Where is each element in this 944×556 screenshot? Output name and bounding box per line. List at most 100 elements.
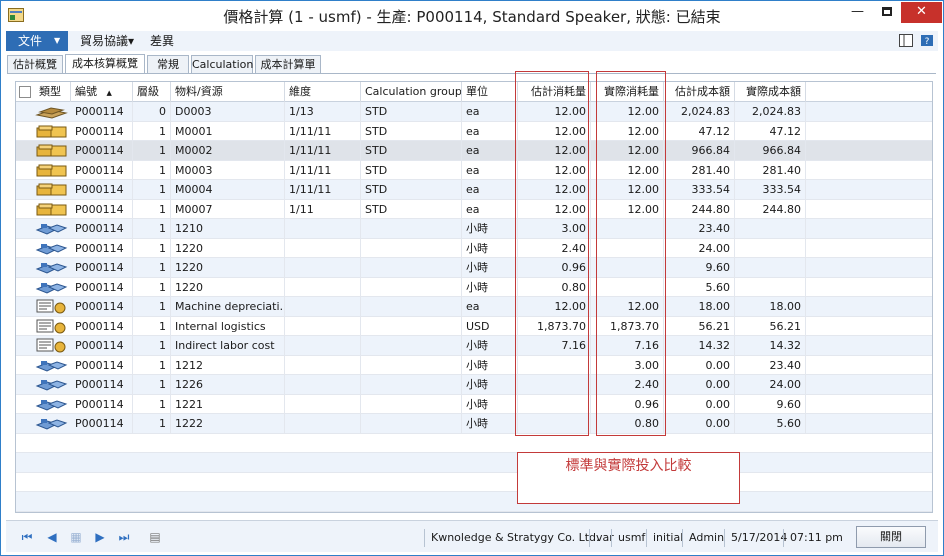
- table-row[interactable]: P000114 1 1212 小時 3.00 0.00 23.40: [16, 355, 932, 375]
- table-row[interactable]: P000114 1 1226 小時 2.40 0.00 24.00: [16, 375, 932, 395]
- cell-level[interactable]: 1: [133, 199, 171, 219]
- cell-unit[interactable]: ea: [462, 102, 518, 121]
- cell-est-cost[interactable]: 24.00: [664, 238, 735, 258]
- cell-number[interactable]: P000114: [71, 141, 133, 160]
- table-row[interactable]: P000114 1 M0007 1/11 STD ea 12.00 12.00 244.80 24…: [16, 199, 932, 219]
- trade-agreement-menu[interactable]: 貿易協議▾: [80, 31, 134, 51]
- cell-est-cost[interactable]: 0.00: [664, 355, 735, 375]
- cell-level[interactable]: 1: [133, 141, 171, 160]
- cell-act-cost[interactable]: 18.00: [735, 297, 806, 316]
- select-all-checkbox[interactable]: [19, 86, 31, 98]
- cell-est-cost[interactable]: 281.40: [664, 160, 735, 180]
- cell-item[interactable]: 1222: [171, 414, 285, 433]
- cell-act-cost[interactable]: 56.21: [735, 316, 806, 336]
- cell-est-cost[interactable]: 244.80: [664, 199, 735, 219]
- cell-level[interactable]: 1: [133, 180, 171, 199]
- cell-dimension[interactable]: [285, 394, 361, 414]
- col-level[interactable]: 層級: [133, 82, 171, 102]
- cell-level[interactable]: 1: [133, 394, 171, 414]
- cell-number[interactable]: P000114: [71, 316, 133, 336]
- table-row[interactable]: P000114 1 M0003 1/11/11 STD ea 12.00 12.00 281.4…: [16, 160, 932, 180]
- table-row[interactable]: P000114 1 M0004 1/11/11 STD ea 12.00 12.00 333.5…: [16, 180, 932, 200]
- cell-number[interactable]: P000114: [71, 180, 133, 199]
- cell-level[interactable]: 1: [133, 160, 171, 180]
- cell-calc-group[interactable]: [361, 375, 462, 394]
- cell-number[interactable]: P000114: [71, 121, 133, 141]
- cell-est-cost[interactable]: 23.40: [664, 219, 735, 238]
- cell-act-cost[interactable]: 5.60: [735, 414, 806, 433]
- cell-calc-group[interactable]: [361, 414, 462, 433]
- cell-dimension[interactable]: [285, 277, 361, 297]
- cell-number[interactable]: P000114: [71, 238, 133, 258]
- cell-unit[interactable]: ea: [462, 180, 518, 199]
- cell-item[interactable]: 1221: [171, 394, 285, 414]
- cell-est-cost[interactable]: 2,024.83: [664, 102, 735, 121]
- cell-act-cost[interactable]: 966.84: [735, 141, 806, 160]
- cell-est-cost[interactable]: 9.60: [664, 258, 735, 277]
- table-row[interactable]: P000114 1 1221 小時 0.96 0.00 9.60: [16, 394, 932, 414]
- cell-level[interactable]: 1: [133, 277, 171, 297]
- cell-item[interactable]: Internal logistics: [171, 316, 285, 336]
- costing-grid[interactable]: 類型 編號 ▲ 層級 物料/資源 維度 Calculation group 單位…: [15, 81, 933, 513]
- cell-act-cost[interactable]: 9.60: [735, 394, 806, 414]
- table-row[interactable]: P000114 1 Machine depreciati… ea 12.00 12.00 1…: [16, 297, 932, 317]
- tab-costing-overview[interactable]: 成本核算概覽: [65, 54, 145, 73]
- cell-unit[interactable]: 小時: [462, 394, 518, 414]
- cell-number[interactable]: P000114: [71, 102, 133, 121]
- minimize-button[interactable]: —: [843, 2, 872, 23]
- table-row[interactable]: P000114 1 Internal logistics USD 1,873.70 1,8…: [16, 316, 932, 336]
- col-type[interactable]: 類型: [35, 82, 71, 102]
- cell-act-cost[interactable]: [735, 258, 806, 277]
- cell-act-cost[interactable]: [735, 277, 806, 297]
- cell-act-cost[interactable]: 14.32: [735, 336, 806, 355]
- cell-dimension[interactable]: [285, 258, 361, 277]
- cell-item[interactable]: Indirect labor cost: [171, 336, 285, 355]
- table-row[interactable]: P000114 1 1220 小時 0.96 9.60: [16, 258, 932, 278]
- cell-number[interactable]: P000114: [71, 297, 133, 316]
- col-unit[interactable]: 單位: [462, 82, 518, 102]
- cell-dimension[interactable]: 1/11/11: [285, 160, 361, 180]
- table-row[interactable]: P000114 1 M0001 1/11/11 STD ea 12.00 12.00 47.12…: [16, 121, 932, 141]
- table-row[interactable]: P000114 0 D0003 1/13 STD ea 12.00 12.00 2,024.83…: [16, 102, 932, 122]
- tab-general[interactable]: 常規: [147, 55, 189, 73]
- table-row[interactable]: P000114 1 M0002 1/11/11 STD ea 12.00 12.00 966.8…: [16, 141, 932, 161]
- cell-item[interactable]: 1220: [171, 258, 285, 277]
- cell-item[interactable]: 1212: [171, 355, 285, 375]
- col-dimension[interactable]: 維度: [285, 82, 361, 102]
- cell-level[interactable]: 1: [133, 316, 171, 336]
- cell-unit[interactable]: ea: [462, 121, 518, 141]
- cell-dimension[interactable]: [285, 375, 361, 394]
- cell-item[interactable]: M0001: [171, 121, 285, 141]
- cell-level[interactable]: 1: [133, 414, 171, 433]
- cell-number[interactable]: P000114: [71, 258, 133, 277]
- cell-calc-group[interactable]: [361, 394, 462, 414]
- cell-level[interactable]: 0: [133, 102, 171, 121]
- cell-dimension[interactable]: 1/11/11: [285, 141, 361, 160]
- layout-icon[interactable]: [899, 34, 913, 47]
- cell-calc-group[interactable]: [361, 316, 462, 336]
- table-row[interactable]: P000114 1 1220 小時 0.80 5.60: [16, 277, 932, 297]
- cell-level[interactable]: 1: [133, 375, 171, 394]
- cell-item[interactable]: 1226: [171, 375, 285, 394]
- cell-unit[interactable]: ea: [462, 199, 518, 219]
- cell-est-cost[interactable]: 56.21: [664, 316, 735, 336]
- col-item-resource[interactable]: 物料/資源: [171, 82, 285, 102]
- file-menu[interactable]: 文件 ▼: [6, 31, 68, 51]
- cell-calc-group[interactable]: [361, 219, 462, 238]
- cell-item[interactable]: M0004: [171, 180, 285, 199]
- cell-calc-group[interactable]: [361, 277, 462, 297]
- grid-view-icon[interactable]: ▦: [69, 531, 83, 544]
- cell-level[interactable]: 1: [133, 355, 171, 375]
- cell-dimension[interactable]: [285, 219, 361, 238]
- cell-calc-group[interactable]: STD: [361, 160, 462, 180]
- cell-calc-group[interactable]: STD: [361, 102, 462, 121]
- cell-number[interactable]: P000114: [71, 199, 133, 219]
- cell-dimension[interactable]: 1/11: [285, 199, 361, 219]
- cell-number[interactable]: P000114: [71, 219, 133, 238]
- cell-unit[interactable]: 小時: [462, 219, 518, 238]
- cell-est-cost[interactable]: 5.60: [664, 277, 735, 297]
- maximize-button[interactable]: [872, 2, 901, 23]
- attachment-icon[interactable]: ▤: [148, 531, 162, 544]
- cell-act-cost[interactable]: 23.40: [735, 355, 806, 375]
- next-record-icon[interactable]: ▶: [93, 531, 107, 544]
